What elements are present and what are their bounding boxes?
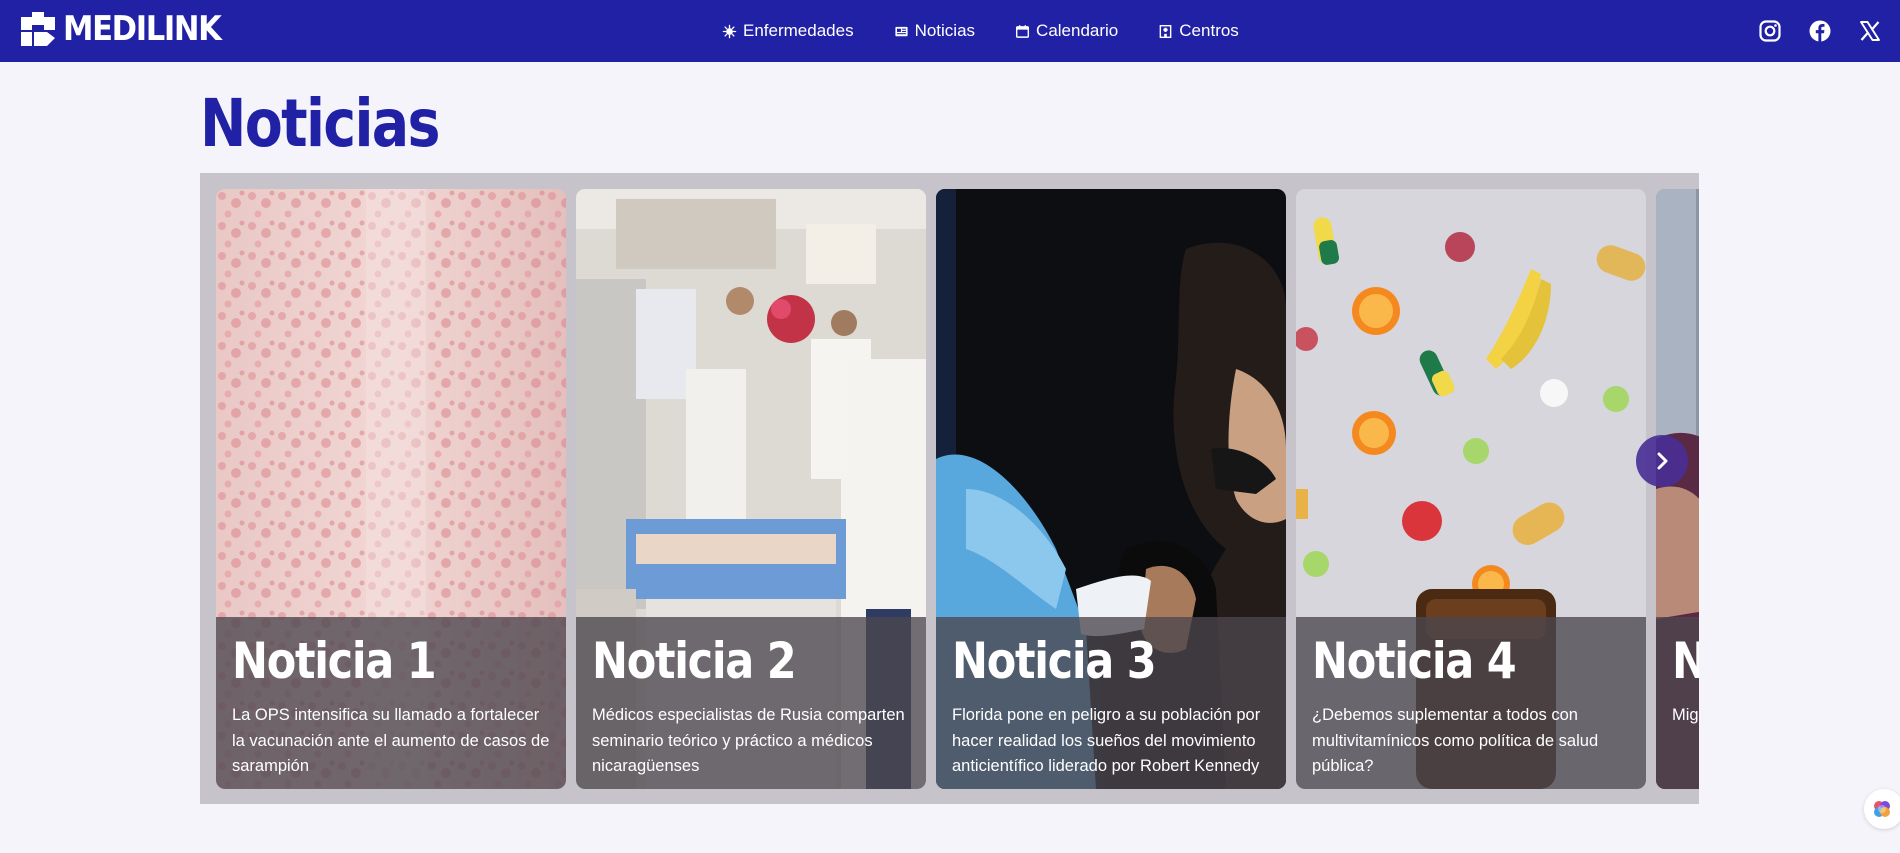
- nav-item-noticias[interactable]: Noticias: [894, 21, 975, 41]
- nav-item-enfermedades[interactable]: Enfermedades: [722, 21, 854, 41]
- card-title: Noticia 5: [1672, 631, 1699, 691]
- chevron-right-icon: [1657, 452, 1668, 470]
- instagram-icon: [1759, 20, 1781, 42]
- hospital-icon: [1159, 24, 1172, 38]
- carousel-next-button[interactable]: [1636, 435, 1688, 487]
- brain-icon: [1874, 801, 1890, 817]
- card-description: Mig… des… qué…: [1672, 706, 1699, 724]
- main-nav: Enfermedades Noticias Calendario Centros: [722, 0, 1279, 62]
- news-carousel: Noticia 1 La OPS intensifica su llamado …: [200, 173, 1699, 804]
- nav-item-calendario[interactable]: Calendario: [1015, 21, 1118, 41]
- instagram-link[interactable]: [1758, 19, 1782, 43]
- card-title: Noticia 4: [1312, 632, 1517, 690]
- card-overlay: Noticia 4 ¿Debemos suplementar a todos c…: [1296, 617, 1646, 789]
- x-link[interactable]: [1858, 19, 1882, 43]
- card-overlay: Noticia 5 Mig… des… qué…: [1656, 617, 1699, 789]
- card-title: Noticia 1: [232, 632, 437, 690]
- nav-item-label: Noticias: [914, 21, 976, 40]
- page-title: Noticias: [200, 85, 441, 162]
- navbar: MEDILINK Enfermedades Noticias Calendari…: [0, 0, 1900, 62]
- calendar-icon: [1016, 24, 1030, 38]
- nav-item-centros[interactable]: Centros: [1158, 21, 1239, 41]
- assistant-widget-button[interactable]: [1864, 789, 1900, 829]
- social-links: [1732, 0, 1882, 62]
- nav-item-label: Enfermedades: [743, 21, 854, 40]
- x-icon: [1860, 21, 1880, 41]
- facebook-link[interactable]: [1808, 19, 1832, 43]
- card-overlay: Noticia 3 Florida pone en peligro a su p…: [936, 617, 1286, 789]
- facebook-icon: [1809, 20, 1831, 42]
- news-card[interactable]: Noticia 2 Médicos especialistas de Rusia…: [576, 189, 926, 789]
- card-overlay: Noticia 2 Médicos especialistas de Rusia…: [576, 617, 926, 789]
- card-description: ¿Debemos suplementar a todos con multivi…: [1312, 706, 1599, 775]
- newspaper-icon: [894, 26, 908, 36]
- card-overlay: Noticia 1 La OPS intensifica su llamado …: [216, 617, 566, 789]
- news-card[interactable]: Noticia 4 ¿Debemos suplementar a todos c…: [1296, 189, 1646, 789]
- card-title: Noticia 2: [592, 632, 797, 690]
- news-card[interactable]: Noticia 3 Florida pone en peligro a su p…: [936, 189, 1286, 789]
- news-card[interactable]: Noticia 5 Mig… des… qué…: [1656, 189, 1699, 789]
- card-title: Noticia 3: [952, 632, 1157, 690]
- news-card[interactable]: Noticia 1 La OPS intensifica su llamado …: [216, 189, 566, 789]
- virus-icon: [722, 24, 737, 38]
- medilink-logo-icon: [21, 12, 55, 46]
- nav-item-label: Centros: [1179, 21, 1239, 40]
- card-description: Florida pone en peligro a su población p…: [952, 706, 1261, 775]
- nav-item-label: Calendario: [1036, 21, 1119, 40]
- card-description: Médicos especialistas de Rusia comparten…: [592, 706, 905, 775]
- brand-logo[interactable]: MEDILINK: [17, 6, 238, 52]
- card-description: La OPS intensifica su llamado a fortalec…: [232, 706, 550, 775]
- brand-name: MEDILINK: [63, 9, 222, 49]
